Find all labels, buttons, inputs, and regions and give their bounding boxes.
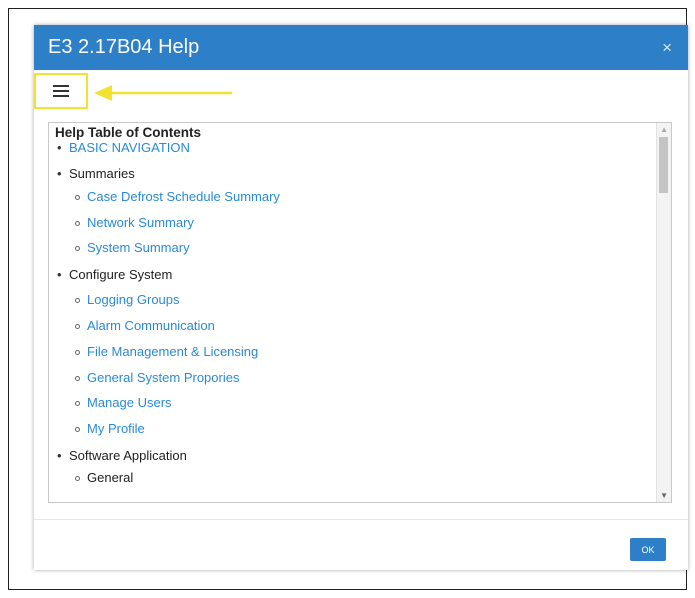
- hamburger-menu-icon: [53, 85, 69, 97]
- toc-content: Help Table of Contents BASIC NAVIGATION …: [49, 123, 657, 502]
- toc-item-logging-groups[interactable]: Logging Groups: [55, 291, 180, 309]
- toc-link-basic-navigation[interactable]: BASIC NAVIGATION: [69, 140, 190, 155]
- scroll-down-icon[interactable]: ▼: [660, 491, 668, 500]
- toc-item-my-profile[interactable]: My Profile: [55, 420, 145, 438]
- hamburger-menu-button[interactable]: [34, 73, 88, 109]
- toc-item-basic-navigation[interactable]: BASIC NAVIGATION: [55, 139, 190, 157]
- toc-link-manage-users[interactable]: Manage Users: [87, 395, 172, 410]
- toc-link-network-summary[interactable]: Network Summary: [87, 215, 194, 230]
- toc-link-logging-groups[interactable]: Logging Groups: [87, 292, 180, 307]
- toc-link-system-summary[interactable]: System Summary: [87, 240, 190, 255]
- toc-section-configure-system: Configure System: [55, 266, 172, 284]
- toc-item-general-system-properties[interactable]: General System Propories: [55, 369, 239, 387]
- toc-scrollbar[interactable]: ▲ ▼: [656, 123, 671, 502]
- toc-section-label: Summaries: [69, 166, 135, 181]
- scrollbar-thumb[interactable]: [659, 137, 668, 193]
- toc-link-general-system-properties[interactable]: General System Propories: [87, 370, 239, 385]
- arrow-left-icon: [94, 85, 232, 101]
- toc-section-summaries: Summaries: [55, 165, 135, 183]
- dialog-title: E3 2.17B04 Help: [48, 36, 200, 58]
- toc-link-file-management[interactable]: File Management & Licensing: [87, 344, 258, 359]
- toc-link-my-profile[interactable]: My Profile: [87, 421, 145, 436]
- toc-item-network-summary[interactable]: Network Summary: [55, 214, 194, 232]
- dialog-titlebar: E3 2.17B04 Help ×: [34, 25, 688, 70]
- toc-item-system-summary[interactable]: System Summary: [55, 239, 190, 257]
- toc-link-case-defrost[interactable]: Case Defrost Schedule Summary: [87, 189, 280, 204]
- footer-divider: [34, 519, 688, 520]
- toc-item-file-management[interactable]: File Management & Licensing: [55, 343, 258, 361]
- toc-section-general: General: [55, 469, 133, 487]
- toc-section-label: Software Application: [69, 448, 187, 463]
- toc-item-case-defrost[interactable]: Case Defrost Schedule Summary: [55, 188, 280, 206]
- table-of-contents-panel[interactable]: Help Table of Contents BASIC NAVIGATION …: [48, 122, 672, 503]
- close-icon[interactable]: ×: [662, 38, 672, 58]
- toc-item-alarm-communication[interactable]: Alarm Communication: [55, 317, 215, 335]
- help-dialog: E3 2.17B04 Help × Help Table of Contents…: [34, 25, 688, 570]
- toc-section-label: Configure System: [69, 267, 173, 282]
- toc-link-alarm-communication[interactable]: Alarm Communication: [87, 318, 215, 333]
- ok-button[interactable]: OK: [630, 538, 666, 561]
- toc-section-label: General: [87, 470, 134, 485]
- toc-item-manage-users[interactable]: Manage Users: [55, 394, 172, 412]
- toc-section-software-application: Software Application: [55, 447, 187, 465]
- scroll-up-icon[interactable]: ▲: [660, 125, 668, 134]
